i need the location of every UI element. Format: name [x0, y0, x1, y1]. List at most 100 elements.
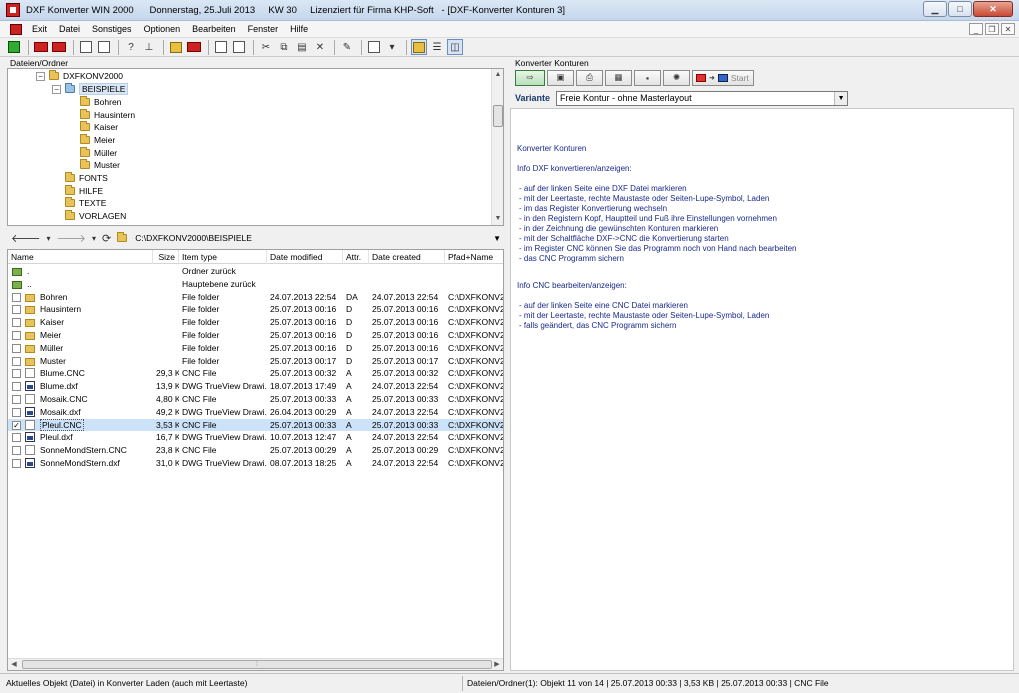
tree-node[interactable]: TEXTE	[65, 197, 106, 209]
list-icon[interactable]	[96, 39, 112, 55]
refresh-icon[interactable]: ⟳	[102, 232, 111, 245]
scroll-left-arrow-icon[interactable]: ◀	[8, 659, 20, 670]
menu-hilfe[interactable]: Hilfe	[284, 24, 314, 34]
dropdown-arrow-icon[interactable]: ▾	[384, 39, 400, 55]
tree-node[interactable]: Müller	[80, 147, 117, 159]
tree-node[interactable]: Muster	[80, 159, 120, 171]
table-row[interactable]: Hausintern File folder 25.07.2013 00:16 D 25…	[8, 303, 503, 316]
tree-node[interactable]: − BEISPIELE	[52, 83, 129, 95]
row-checkbox[interactable]	[12, 292, 21, 302]
column-header-size[interactable]: Size	[153, 250, 179, 264]
row-checkbox[interactable]	[12, 433, 21, 443]
tree-node[interactable]: Meier	[80, 134, 115, 146]
row-checkbox[interactable]	[12, 343, 21, 353]
row-checkbox[interactable]	[12, 369, 21, 379]
back-arrow-icon[interactable]: 🡐	[11, 231, 41, 245]
app-icon[interactable]	[6, 3, 20, 17]
scroll-thumb[interactable]	[493, 105, 503, 127]
mdi-doc-icon[interactable]	[10, 23, 22, 35]
tree-node[interactable]: − DXFKONV2000	[36, 70, 123, 82]
column-header-modified[interactable]: Date modified	[267, 250, 343, 264]
column-header-path[interactable]: Pfad+Name	[445, 250, 503, 264]
table-row[interactable]: Muster File folder 25.07.2013 00:17 D 25.07.…	[8, 355, 503, 368]
column-view-icon[interactable]	[213, 39, 229, 55]
monitor-button[interactable]: ▣	[547, 69, 574, 86]
menu-optionen[interactable]: Optionen	[138, 24, 187, 34]
row-checkbox[interactable]	[12, 331, 21, 340]
table-row[interactable]: . Ordner zurück	[8, 265, 503, 278]
table-row[interactable]: .. Hauptebene zurück	[8, 278, 503, 291]
save-button[interactable]: ▪	[634, 69, 661, 86]
table-row[interactable]: Blume.CNC 29,3 KBCNC File 25.07.2013 00:32…	[8, 367, 503, 380]
menu-bearbeiten[interactable]: Bearbeiten	[186, 24, 242, 34]
print-button[interactable]: ⎙	[576, 69, 603, 86]
help-icon[interactable]: ?	[123, 39, 139, 55]
table-row[interactable]: Müller File folder 25.07.2013 00:16 D 25.07.…	[8, 342, 503, 355]
row-checkbox[interactable]	[12, 446, 21, 456]
column-header-name[interactable]: Name	[8, 250, 153, 264]
hierarchy-icon[interactable]: ⊥	[141, 39, 157, 55]
tree-node[interactable]: FONTS	[65, 172, 108, 184]
chevron-down-icon[interactable]: ▼	[834, 91, 848, 105]
books-icon[interactable]	[186, 39, 202, 55]
path-dropdown-icon[interactable]: ▼	[493, 234, 501, 243]
variante-select[interactable]: Freie Kontur - ohne Masterlayout ▼	[556, 90, 849, 106]
calculator-icon[interactable]	[78, 39, 94, 55]
panel-splitter[interactable]	[505, 57, 509, 672]
cut-icon[interactable]: ✂	[258, 39, 274, 55]
mdi-minimize-button[interactable]: _	[969, 23, 983, 35]
table-row[interactable]: SonneMondStern.CNC 23,8 KBCNC File 25.07.2…	[8, 444, 503, 457]
tree-node[interactable]: HILFE	[65, 185, 103, 197]
checklist-icon[interactable]	[366, 39, 382, 55]
table-row[interactable]: Blume.dxf 13,9 KBDWG TrueView Drawi...18.…	[8, 380, 503, 393]
menu-datei[interactable]: Datei	[53, 24, 86, 34]
forward-arrow-icon[interactable]: 🡒	[57, 231, 87, 245]
collapse-icon[interactable]: −	[52, 84, 61, 94]
settings-button[interactable]: ✺	[663, 69, 690, 86]
scroll-thumb[interactable]: ⦙	[22, 660, 492, 669]
row-checkbox[interactable]	[12, 356, 21, 366]
scroll-right-arrow-icon[interactable]: ▶	[491, 659, 503, 670]
tree-node[interactable]: Bohren	[80, 96, 121, 108]
row-checkbox[interactable]	[12, 382, 21, 392]
menu-sonstiges[interactable]: Sonstiges	[86, 24, 138, 34]
table-row[interactable]: Mosaik.dxf 49,2 KBDWG TrueView Drawi...26…	[8, 406, 503, 419]
maximize-button[interactable]: □	[948, 1, 972, 17]
cnc-open-icon[interactable]	[51, 39, 67, 55]
scroll-up-arrow-icon[interactable]: ▲	[492, 69, 503, 81]
current-path[interactable]: C:\DXFKONV2000\BEISPIELE	[135, 233, 252, 243]
detail-view-icon[interactable]	[231, 39, 247, 55]
paste-icon[interactable]: ▤	[294, 39, 310, 55]
scroll-down-arrow-icon[interactable]: ▼	[492, 213, 503, 225]
column-header-attr[interactable]: Attr.	[343, 250, 369, 264]
folder-tree[interactable]: − DXFKONV2000 − BEISPIELE Bohren Hausint…	[7, 68, 504, 226]
table-row[interactable]: ✓ Pleul.CNC 3,53 KBCNC File 25.07.2013 00:3…	[8, 418, 503, 432]
row-checkbox[interactable]	[12, 459, 21, 468]
copy-icon[interactable]: ⧉	[276, 39, 292, 55]
menu-exit[interactable]: Exit	[26, 24, 53, 34]
tree-node[interactable]: VORLAGEN	[65, 210, 126, 222]
folder-up-icon[interactable]	[168, 39, 184, 55]
split-vertical-icon[interactable]: ◫	[447, 39, 463, 55]
table-row[interactable]: Kaiser File folder 25.07.2013 00:16 D 25.07.…	[8, 316, 503, 329]
table-row[interactable]: Pleul.dxf 16,7 KBDWG TrueView Drawi...10.…	[8, 431, 503, 444]
column-header-type[interactable]: Item type	[179, 250, 267, 264]
close-button[interactable]: ✕	[973, 1, 1013, 17]
table-row[interactable]: Meier File folder 25.07.2013 00:16 D 25.07.2…	[8, 329, 503, 342]
back-dropdown-icon[interactable]: ▾	[47, 234, 51, 243]
tree-vertical-scrollbar[interactable]: ▲ ▼	[491, 69, 503, 225]
forward-dropdown-icon[interactable]: ▾	[92, 234, 96, 243]
dxf-to-cnc-start-button[interactable]: ➜ Start	[692, 69, 754, 86]
mdi-close-button[interactable]: ✕	[1001, 23, 1015, 35]
mdi-restore-button[interactable]: ❐	[985, 23, 999, 35]
tree-node[interactable]: Hausintern	[80, 109, 135, 121]
calculate-button[interactable]: ▦	[605, 69, 632, 86]
file-list[interactable]: Name Size Item type Date modified Attr. …	[7, 249, 504, 671]
tree-node[interactable]: Kaiser	[80, 121, 118, 133]
minimize-button[interactable]: ▁	[923, 1, 947, 17]
table-row[interactable]: SonneMondStern.dxf 31,0 KBDWG TrueView Dr…	[8, 457, 503, 470]
exit-door-icon[interactable]	[6, 39, 22, 55]
row-checkbox[interactable]	[12, 318, 21, 328]
row-checkbox[interactable]	[12, 395, 21, 404]
table-row[interactable]: Mosaik.CNC 4,80 KBCNC File 25.07.2013 00:3…	[8, 393, 503, 406]
